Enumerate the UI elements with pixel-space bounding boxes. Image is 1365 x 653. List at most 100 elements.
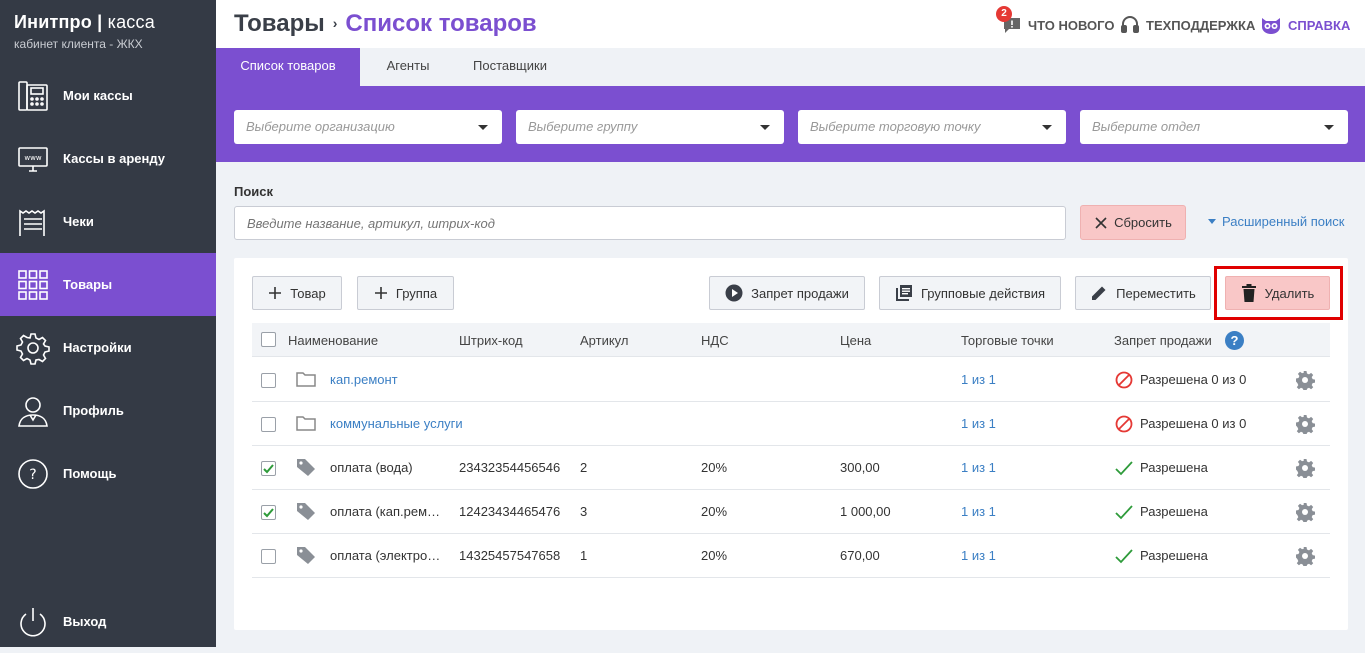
sidebar-item-rental-registers[interactable]: www Кассы в аренду xyxy=(0,127,216,190)
brand-subtitle: кабинет клиента - ЖКХ xyxy=(14,37,143,51)
row-name[interactable]: коммунальные услуги xyxy=(330,416,490,431)
gear-icon[interactable] xyxy=(1295,458,1315,478)
column-header-name[interactable]: Наименование xyxy=(288,333,378,348)
help-label: СПРАВКА xyxy=(1288,17,1351,33)
point-select[interactable]: Выберите торговую точку xyxy=(798,110,1066,144)
sidebar-item-receipts[interactable]: Чеки xyxy=(0,190,216,253)
sidebar: Инитпро | касса кабинет клиента - ЖКХ Мо… xyxy=(0,0,216,647)
column-header-ban[interactable]: Запрет продажи xyxy=(1114,333,1212,348)
table-row[interactable]: оплата (электро… 14325457547658 1 20% 67… xyxy=(252,534,1330,578)
group-actions-button[interactable]: Групповые действия xyxy=(879,276,1061,310)
ban-sale-button[interactable]: Запрет продажи xyxy=(709,276,865,310)
support-link[interactable]: ТЕХПОДДЕРЖКА xyxy=(1120,15,1255,35)
row-price: 670,00 xyxy=(840,548,880,563)
sidebar-item-profile[interactable]: Профиль xyxy=(0,379,216,442)
point-select-value: Выберите торговую точку xyxy=(810,119,981,134)
row-checkbox-checked[interactable] xyxy=(261,505,276,520)
row-ban-status: Разрешена xyxy=(1140,548,1208,563)
breadcrumb-root[interactable]: Товары xyxy=(234,10,325,37)
page-title: Список товаров xyxy=(345,10,537,37)
chevron-down-icon xyxy=(1042,125,1052,130)
group-select[interactable]: Выберите группу xyxy=(516,110,784,144)
row-checkbox[interactable] xyxy=(261,373,276,388)
table-row[interactable]: коммунальные услуги 1 из 1 Разрешена 0 и… xyxy=(252,402,1330,446)
row-checkbox[interactable] xyxy=(261,549,276,564)
gear-icon[interactable] xyxy=(1295,502,1315,522)
sidebar-item-help[interactable]: ? Помощь xyxy=(0,442,216,505)
column-header-vat[interactable]: НДС xyxy=(701,333,729,348)
brand-name-light: касса xyxy=(107,12,155,32)
add-product-button[interactable]: Товар xyxy=(252,276,342,310)
checkmark-icon xyxy=(263,508,274,518)
brand-title: Инитпро | касса xyxy=(14,12,155,33)
row-name: оплата (электро… xyxy=(330,548,441,563)
gear-icon[interactable] xyxy=(1295,546,1315,566)
row-points[interactable]: 1 из 1 xyxy=(961,460,996,475)
organization-select-value: Выберите организацию xyxy=(246,119,395,134)
chevron-down-icon xyxy=(1324,125,1334,130)
whats-new-link[interactable]: 2 ЧТО НОВОГО xyxy=(996,6,1115,35)
table-row[interactable]: оплата (вода) 23432354456546 2 20% 300,0… xyxy=(252,446,1330,490)
row-checkbox-checked[interactable] xyxy=(261,461,276,476)
tab-agents[interactable]: Агенты xyxy=(368,48,448,86)
row-points[interactable]: 1 из 1 xyxy=(961,372,996,387)
help-question-icon[interactable]: ? xyxy=(1225,331,1244,350)
check-icon xyxy=(1115,505,1133,520)
sidebar-item-products[interactable]: Товары xyxy=(0,253,216,316)
gear-icon[interactable] xyxy=(1295,414,1315,434)
row-points[interactable]: 1 из 1 xyxy=(961,548,996,563)
power-icon xyxy=(20,608,46,637)
department-select-value: Выберите отдел xyxy=(1092,119,1201,134)
reset-button[interactable]: Сбросить xyxy=(1080,205,1186,240)
table-row[interactable]: оплата (кап.рем… 12423434465476 3 20% 1 … xyxy=(252,490,1330,534)
delete-label: Удалить xyxy=(1264,285,1315,301)
table-header: Наименование Штрих-код Артикул НДС Цена … xyxy=(252,323,1330,357)
sidebar-item-label: Товары xyxy=(63,277,113,292)
reset-label: Сбросить xyxy=(1114,215,1172,230)
column-header-points[interactable]: Торговые точки xyxy=(961,333,1054,348)
checkmark-icon xyxy=(263,464,274,474)
row-price: 300,00 xyxy=(840,460,880,475)
sidebar-item-label: Помощь xyxy=(63,466,117,481)
whats-new-label: ЧТО НОВОГО xyxy=(1028,17,1115,33)
search-input[interactable] xyxy=(234,206,1066,240)
sidebar-item-label: Настройки xyxy=(63,340,132,355)
tag-icon xyxy=(297,547,315,564)
sidebar-item-logout[interactable]: Выход xyxy=(0,590,216,653)
row-article: 3 xyxy=(580,504,588,519)
row-name[interactable]: кап.ремонт xyxy=(330,372,450,387)
help-link[interactable]: СПРАВКА xyxy=(1260,15,1350,35)
row-ban-status: Разрешена 0 из 0 xyxy=(1140,372,1247,387)
move-button[interactable]: Переместить xyxy=(1075,276,1211,310)
row-checkbox[interactable] xyxy=(261,417,276,432)
advanced-search-link[interactable]: Расширенный поиск xyxy=(1208,214,1344,229)
row-points[interactable]: 1 из 1 xyxy=(961,504,996,519)
tab-suppliers[interactable]: Поставщики xyxy=(460,48,560,86)
add-group-button[interactable]: Группа xyxy=(357,276,454,310)
column-header-article[interactable]: Артикул xyxy=(580,333,628,348)
table-row[interactable]: кап.ремонт 1 из 1 Разрешена 0 из 0 xyxy=(252,358,1330,402)
gear-icon[interactable] xyxy=(1295,370,1315,390)
select-all-checkbox[interactable] xyxy=(261,332,276,347)
advanced-search-label: Расширенный поиск xyxy=(1222,214,1345,229)
trash-icon xyxy=(1241,284,1256,302)
column-header-price[interactable]: Цена xyxy=(840,333,871,348)
brand-name-bold: Инитпро xyxy=(14,12,92,32)
user-icon xyxy=(18,397,48,427)
sidebar-item-label: Кассы в аренду xyxy=(63,151,165,166)
department-select[interactable]: Выберите отдел xyxy=(1080,110,1348,144)
sidebar-item-settings[interactable]: Настройки xyxy=(0,316,216,379)
delete-button[interactable]: Удалить xyxy=(1225,276,1330,310)
row-points[interactable]: 1 из 1 xyxy=(961,416,996,431)
cash-register-icon xyxy=(18,81,48,111)
sidebar-item-my-registers[interactable]: Мои кассы xyxy=(0,64,216,127)
ban-sale-label: Запрет продажи xyxy=(751,285,849,301)
forbidden-icon xyxy=(1115,415,1133,433)
sidebar-item-label: Чеки xyxy=(63,214,94,229)
tab-bar: Список товаров Агенты Поставщики xyxy=(216,48,1365,86)
organization-select[interactable]: Выберите организацию xyxy=(234,110,502,144)
column-header-barcode[interactable]: Штрих-код xyxy=(459,333,523,348)
row-ban-status: Разрешена 0 из 0 xyxy=(1140,416,1247,431)
tab-product-list[interactable]: Список товаров xyxy=(216,48,360,86)
www-monitor-icon: www xyxy=(18,147,48,172)
